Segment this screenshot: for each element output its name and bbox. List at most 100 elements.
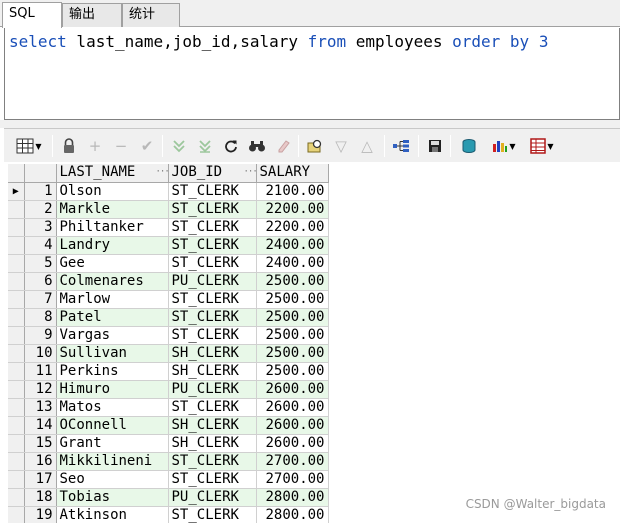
row-indicator[interactable] <box>8 506 25 523</box>
row-indicator[interactable] <box>8 488 25 507</box>
table-row[interactable]: 2 Markle ST_CLERK 2200.00 <box>8 200 329 219</box>
row-number[interactable]: 12 <box>24 380 57 399</box>
cell-salary[interactable]: 2500.00 <box>256 326 329 345</box>
cell-salary[interactable]: 2600.00 <box>256 416 329 435</box>
row-number[interactable]: 4 <box>24 236 57 255</box>
cell-last-name[interactable]: Landry <box>56 236 169 255</box>
cell-last-name[interactable]: Matos <box>56 398 169 417</box>
row-number[interactable]: 16 <box>24 452 57 471</box>
splitter[interactable] <box>0 120 620 128</box>
row-indicator[interactable] <box>8 236 25 255</box>
cell-job-id[interactable]: ST_CLERK <box>168 182 257 201</box>
table-row[interactable]: 17 Seo ST_CLERK 2700.00 <box>8 470 329 489</box>
row-indicator[interactable] <box>8 218 25 237</box>
cell-last-name[interactable]: Grant <box>56 434 169 453</box>
cell-salary[interactable]: 2400.00 <box>256 236 329 255</box>
table-row[interactable]: 16 Mikkilineni ST_CLERK 2700.00 <box>8 452 329 471</box>
table-row[interactable]: 15 Grant SH_CLERK 2600.00 <box>8 434 329 453</box>
cell-last-name[interactable]: Markle <box>56 200 169 219</box>
cell-job-id[interactable]: SH_CLERK <box>168 434 257 453</box>
cell-salary[interactable]: 2500.00 <box>256 290 329 309</box>
cell-salary[interactable]: 2700.00 <box>256 452 329 471</box>
row-indicator[interactable] <box>8 452 25 471</box>
grid-icon[interactable]: ▼ <box>12 135 46 157</box>
grid-corner[interactable] <box>8 164 25 183</box>
row-indicator[interactable] <box>8 398 25 417</box>
tab-output[interactable]: 输出 <box>62 3 122 27</box>
table-row[interactable]: 12 Himuro PU_CLERK 2600.00 <box>8 380 329 399</box>
row-number[interactable]: 11 <box>24 362 57 381</box>
table-row[interactable]: 8 Patel ST_CLERK 2500.00 <box>8 308 329 327</box>
row-number[interactable]: 17 <box>24 470 57 489</box>
tab-statistics[interactable]: 统计 <box>122 3 180 27</box>
cell-job-id[interactable]: PU_CLERK <box>168 272 257 291</box>
table-row[interactable]: 18 Tobias PU_CLERK 2800.00 <box>8 488 329 507</box>
export-icon[interactable] <box>458 135 480 157</box>
save-icon[interactable] <box>424 135 446 157</box>
column-menu-icon[interactable]: ··· <box>244 168 256 178</box>
query-icon[interactable] <box>304 135 326 157</box>
row-indicator[interactable] <box>8 362 25 381</box>
table-row[interactable]: 11 Perkins SH_CLERK 2500.00 <box>8 362 329 381</box>
cell-last-name[interactable]: Philtanker <box>56 218 169 237</box>
sql-editor[interactable]: select last_name,job_id,salary from empl… <box>4 28 620 120</box>
cell-last-name[interactable]: Tobias <box>56 488 169 507</box>
table-row[interactable]: 10 Sullivan SH_CLERK 2500.00 <box>8 344 329 363</box>
tab-sql[interactable]: SQL <box>2 2 62 28</box>
column-header-job-id[interactable]: JOB_ID ··· <box>168 164 257 183</box>
cell-last-name[interactable]: Atkinson <box>56 506 169 523</box>
row-number[interactable]: 8 <box>24 308 57 327</box>
sort-down-icon[interactable]: ▽ <box>330 135 352 157</box>
row-number-header[interactable] <box>24 164 57 183</box>
cell-salary[interactable]: 2500.00 <box>256 362 329 381</box>
table-row[interactable]: 14 OConnell SH_CLERK 2600.00 <box>8 416 329 435</box>
row-indicator[interactable] <box>8 416 25 435</box>
cell-job-id[interactable]: ST_CLERK <box>168 470 257 489</box>
table-row[interactable]: 7 Marlow ST_CLERK 2500.00 <box>8 290 329 309</box>
cell-job-id[interactable]: ST_CLERK <box>168 506 257 523</box>
cell-job-id[interactable]: ST_CLERK <box>168 236 257 255</box>
cell-job-id[interactable]: ST_CLERK <box>168 290 257 309</box>
add-icon[interactable]: + <box>84 135 106 157</box>
row-indicator[interactable] <box>8 380 25 399</box>
row-indicator[interactable] <box>8 272 25 291</box>
cell-job-id[interactable]: ST_CLERK <box>168 200 257 219</box>
tree-icon[interactable] <box>390 135 412 157</box>
remove-icon[interactable]: − <box>110 135 132 157</box>
table-row[interactable]: 3 Philtanker ST_CLERK 2200.00 <box>8 218 329 237</box>
row-number[interactable]: 13 <box>24 398 57 417</box>
cell-last-name[interactable]: Patel <box>56 308 169 327</box>
cell-last-name[interactable]: Colmenares <box>56 272 169 291</box>
row-number[interactable]: 15 <box>24 434 57 453</box>
cell-last-name[interactable]: Seo <box>56 470 169 489</box>
cell-job-id[interactable]: SH_CLERK <box>168 416 257 435</box>
cell-salary[interactable]: 2500.00 <box>256 308 329 327</box>
cell-salary[interactable]: 2600.00 <box>256 380 329 399</box>
row-number[interactable]: 19 <box>24 506 57 523</box>
cell-last-name[interactable]: Vargas <box>56 326 169 345</box>
cell-salary[interactable]: 2200.00 <box>256 218 329 237</box>
cell-last-name[interactable]: Sullivan <box>56 344 169 363</box>
cell-salary[interactable]: 2500.00 <box>256 272 329 291</box>
row-indicator[interactable] <box>8 254 25 273</box>
cell-job-id[interactable]: PU_CLERK <box>168 488 257 507</box>
table-row[interactable]: 5 Gee ST_CLERK 2400.00 <box>8 254 329 273</box>
cell-last-name[interactable]: OConnell <box>56 416 169 435</box>
cell-salary[interactable]: 2600.00 <box>256 434 329 453</box>
table-row[interactable]: 19 Atkinson ST_CLERK 2800.00 <box>8 506 329 523</box>
cell-last-name[interactable]: Marlow <box>56 290 169 309</box>
row-indicator[interactable] <box>8 290 25 309</box>
row-number[interactable]: 14 <box>24 416 57 435</box>
row-indicator[interactable] <box>8 308 25 327</box>
row-indicator[interactable] <box>8 434 25 453</box>
cell-salary[interactable]: 2800.00 <box>256 506 329 523</box>
column-menu-icon[interactable]: ··· <box>156 168 168 178</box>
chart-icon[interactable]: ▼ <box>486 135 522 157</box>
check-icon[interactable]: ✔ <box>136 135 158 157</box>
current-row-indicator-icon[interactable]: ▶ <box>8 182 25 201</box>
sort-up-icon[interactable]: △ <box>356 135 378 157</box>
row-indicator[interactable] <box>8 470 25 489</box>
cell-job-id[interactable]: ST_CLERK <box>168 452 257 471</box>
row-number[interactable]: 1 <box>24 182 57 201</box>
cell-last-name[interactable]: Gee <box>56 254 169 273</box>
